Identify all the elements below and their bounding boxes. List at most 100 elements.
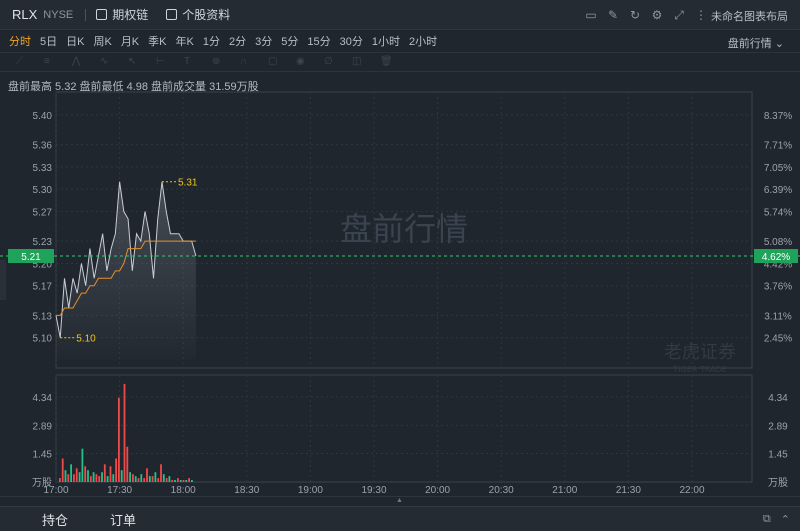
- pct-tick: 8.37%: [764, 111, 792, 122]
- pct-tick: 5.74%: [764, 207, 792, 218]
- price-tick: 5.27: [33, 207, 53, 218]
- period-tab[interactable]: 5分: [281, 33, 298, 49]
- brand-watermark: 老虎证券: [664, 342, 736, 363]
- volume-bar: [179, 480, 182, 482]
- brush-tool-icon[interactable]: ∿: [100, 57, 112, 67]
- volume-bar: [157, 478, 160, 482]
- volume-bar: [101, 472, 103, 482]
- period-tab[interactable]: 日K: [66, 33, 84, 49]
- text-tool-icon[interactable]: T: [184, 57, 196, 67]
- layers-tool-icon[interactable]: ◫: [352, 57, 364, 67]
- eye-tool-icon[interactable]: ◉: [296, 57, 308, 67]
- volume-bar: [67, 474, 70, 482]
- layout-name[interactable]: 未命名图表布局: [711, 8, 788, 24]
- volume-bar: [171, 480, 174, 482]
- period-tab[interactable]: 1分: [203, 33, 220, 49]
- volume-tick-right: 1.45: [768, 450, 788, 461]
- price-tick: 5.17: [33, 282, 53, 293]
- period-tab[interactable]: 3分: [255, 33, 272, 49]
- options-label: 期权链: [112, 8, 149, 22]
- pct-tick: 2.45%: [764, 334, 792, 345]
- volume-unit-right: 万股: [768, 477, 788, 489]
- profile-label: 个股资料: [182, 8, 231, 22]
- volume-bar: [103, 464, 106, 482]
- volume-bar: [75, 468, 78, 482]
- session-select[interactable]: 盘前行情 ⌄: [728, 35, 784, 51]
- time-tick: 21:30: [616, 485, 641, 496]
- chevron-down-icon: ⌄: [774, 38, 784, 50]
- period-tab[interactable]: 年K: [176, 33, 194, 49]
- settings-icon[interactable]: ⚙: [650, 8, 664, 22]
- refresh-icon[interactable]: ↻: [628, 8, 642, 22]
- price-tick: 5.10: [33, 334, 53, 345]
- price-tick: 5.30: [33, 185, 53, 196]
- volume-bar: [132, 474, 134, 482]
- measure-tool-icon[interactable]: ⊢: [156, 57, 168, 67]
- pct-tick: 7.05%: [764, 163, 792, 174]
- pattern-tool-icon[interactable]: ⋀: [72, 57, 84, 67]
- volume-bar: [61, 458, 64, 482]
- fib-tool-icon[interactable]: ≡: [44, 57, 56, 67]
- volume-bar: [106, 476, 109, 482]
- volume-bar: [109, 466, 112, 482]
- screen-icon[interactable]: ▭: [584, 8, 598, 22]
- time-tick: 18:30: [234, 485, 259, 496]
- time-tick: 20:30: [489, 485, 514, 496]
- period-tab[interactable]: 月K: [121, 33, 139, 49]
- edit-icon[interactable]: ✎: [606, 8, 620, 22]
- volume-bar: [188, 478, 190, 482]
- time-tick: 19:30: [361, 485, 386, 496]
- expand-icon[interactable]: ⌃: [781, 513, 790, 526]
- trash-icon[interactable]: 🗑: [380, 57, 393, 67]
- period-tab[interactable]: 1小时: [372, 33, 400, 49]
- panel-divider[interactable]: ▲: [0, 496, 800, 506]
- volume-bar: [134, 476, 137, 482]
- volume-bar: [87, 470, 89, 482]
- price-tick: 5.13: [33, 311, 53, 322]
- volume-bar: [140, 474, 143, 482]
- price-tick: 5.33: [33, 163, 53, 174]
- volume-bar: [120, 470, 123, 482]
- volume-bar: [177, 478, 179, 482]
- profile-icon: [166, 9, 178, 20]
- more-icon[interactable]: ⋮: [694, 8, 708, 22]
- volume-bar: [185, 480, 188, 482]
- volume-bar: [165, 478, 168, 482]
- zoom-tool-icon[interactable]: ⊕: [212, 57, 224, 67]
- fullscreen-icon[interactable]: ⤢: [672, 8, 686, 22]
- period-tab[interactable]: 周K: [93, 33, 111, 49]
- cursor-tool-icon[interactable]: ↖: [128, 57, 140, 67]
- tab-orders[interactable]: 订单: [110, 510, 136, 529]
- period-tab[interactable]: 分时: [9, 33, 31, 49]
- volume-bar: [84, 466, 87, 482]
- period-tab[interactable]: 2小时: [409, 33, 437, 49]
- options-chain-link[interactable]: 期权链: [96, 6, 148, 23]
- tab-positions[interactable]: 持仓: [42, 510, 68, 529]
- volume-bar: [95, 474, 98, 482]
- volume-bar: [182, 480, 185, 482]
- magnet-tool-icon[interactable]: ∩: [240, 57, 252, 67]
- period-tab[interactable]: 2分: [229, 33, 246, 49]
- popout-icon[interactable]: ⧉: [763, 513, 771, 526]
- lock-tool-icon[interactable]: ▢: [268, 57, 280, 67]
- pct-tick: 3.11%: [764, 311, 792, 322]
- bottom-bar: 持仓 订单 ⧉ ⌃: [0, 506, 800, 531]
- hide-tool-icon[interactable]: ∅: [324, 57, 336, 67]
- session-select-label: 盘前行情: [727, 38, 772, 50]
- period-tab[interactable]: 季K: [148, 33, 166, 49]
- period-tab[interactable]: 5日: [40, 33, 57, 49]
- pct-tick: 7.71%: [764, 141, 792, 152]
- volume-bar: [64, 470, 67, 482]
- time-tick: 20:00: [425, 485, 450, 496]
- period-tab[interactable]: 15分: [307, 33, 330, 49]
- volume-bar: [73, 474, 75, 482]
- profile-link[interactable]: 个股资料: [166, 6, 230, 23]
- period-tab[interactable]: 30分: [340, 33, 363, 49]
- volume-tick: 1.45: [33, 450, 53, 461]
- line-tool-icon[interactable]: ⟋: [16, 57, 28, 67]
- price-chart[interactable]: 5.40 8.37% 5.36 7.71% 5.33 7.05% 5.30 6.39% 5.27…: [0, 90, 800, 496]
- drawing-toolbar: ⟋ ≡ ⋀ ∿ ↖ ⊢ T ⊕ ∩ ▢ ◉ ∅ ◫ 🗑: [0, 52, 800, 72]
- period-tabs: 分时 5日 日K 周K 月K 季K 年K 1分 2分 3分 5分 15分 30分 1小时 2小时: [0, 30, 800, 52]
- volume-bar: [191, 480, 193, 482]
- volume-bar: [154, 472, 157, 482]
